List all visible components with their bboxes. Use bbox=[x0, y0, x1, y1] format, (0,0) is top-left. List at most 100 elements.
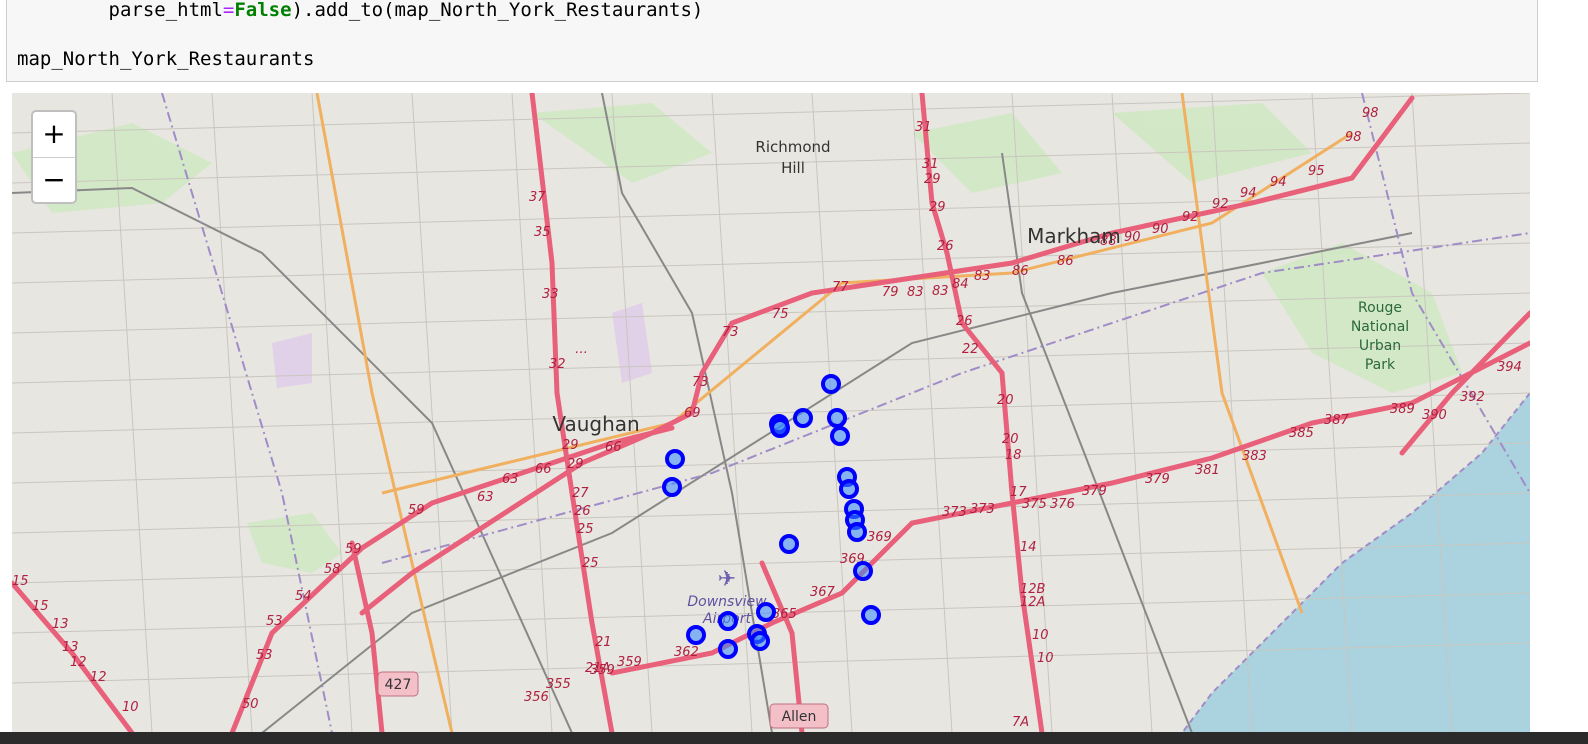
restaurant-marker[interactable] bbox=[718, 611, 738, 631]
zoom-in-button[interactable]: + bbox=[33, 112, 75, 158]
svg-text:359: 359 bbox=[617, 655, 642, 670]
svg-text:79: 79 bbox=[882, 285, 899, 300]
svg-text:33: 33 bbox=[542, 287, 559, 302]
svg-text:58: 58 bbox=[324, 562, 341, 577]
svg-text:29: 29 bbox=[929, 200, 946, 215]
svg-text:427: 427 bbox=[385, 677, 412, 693]
svg-text:83: 83 bbox=[974, 269, 991, 284]
svg-text:365: 365 bbox=[772, 607, 797, 622]
map-tiles[interactable]: 373533 32…69 737375 77 79 83 83 8483 868688… bbox=[12, 93, 1530, 733]
shield-427: 427 bbox=[377, 671, 419, 697]
svg-text:15: 15 bbox=[12, 574, 29, 589]
svg-text:73: 73 bbox=[722, 325, 739, 340]
svg-text:15: 15 bbox=[32, 599, 49, 614]
airport-icon: ✈ bbox=[718, 567, 736, 592]
restaurant-marker[interactable] bbox=[779, 534, 799, 554]
svg-text:53: 53 bbox=[256, 648, 273, 663]
svg-text:367: 367 bbox=[810, 585, 836, 600]
svg-text:373: 373 bbox=[970, 502, 995, 517]
svg-text:10: 10 bbox=[122, 700, 139, 715]
svg-text:98: 98 bbox=[1345, 130, 1362, 145]
shield-allen: Allen bbox=[769, 703, 829, 729]
svg-text:379: 379 bbox=[1082, 484, 1107, 499]
svg-text:92: 92 bbox=[1182, 210, 1199, 225]
restaurant-marker[interactable] bbox=[827, 408, 847, 428]
svg-text:29: 29 bbox=[924, 172, 941, 187]
svg-text:29: 29 bbox=[562, 438, 579, 453]
svg-text:59: 59 bbox=[345, 542, 362, 557]
svg-text:59: 59 bbox=[408, 503, 425, 518]
svg-text:…: … bbox=[575, 342, 588, 357]
svg-text:26: 26 bbox=[574, 504, 591, 519]
svg-text:387: 387 bbox=[1324, 413, 1350, 428]
svg-text:69: 69 bbox=[684, 406, 701, 421]
svg-text:375: 375 bbox=[1022, 497, 1047, 512]
svg-text:373: 373 bbox=[942, 505, 967, 520]
code-line-2: map_North_York_Restaurants bbox=[17, 48, 315, 70]
svg-text:73: 73 bbox=[692, 375, 709, 390]
zoom-control: + − bbox=[31, 110, 77, 204]
restaurant-marker[interactable] bbox=[853, 561, 873, 581]
restaurant-marker[interactable] bbox=[861, 605, 881, 625]
svg-text:12: 12 bbox=[90, 670, 107, 685]
svg-text:14: 14 bbox=[1020, 540, 1037, 555]
code-operator: = bbox=[222, 0, 235, 21]
svg-text:389: 389 bbox=[1390, 402, 1415, 417]
svg-text:356: 356 bbox=[524, 690, 549, 705]
svg-text:13: 13 bbox=[52, 617, 69, 632]
svg-text:94: 94 bbox=[1240, 186, 1257, 201]
svg-text:Allen: Allen bbox=[782, 709, 817, 725]
restaurant-marker[interactable] bbox=[821, 374, 841, 394]
label-markham: Markham bbox=[1027, 224, 1121, 248]
svg-text:362: 362 bbox=[674, 645, 699, 660]
svg-text:66: 66 bbox=[605, 440, 622, 455]
svg-text:355: 355 bbox=[546, 677, 571, 692]
svg-text:35: 35 bbox=[534, 225, 551, 240]
restaurant-marker[interactable] bbox=[686, 625, 706, 645]
svg-text:13: 13 bbox=[62, 640, 79, 655]
svg-text:18: 18 bbox=[1005, 448, 1022, 463]
code-keyword: False bbox=[234, 0, 292, 21]
svg-text:379: 379 bbox=[1145, 472, 1170, 487]
svg-text:383: 383 bbox=[1242, 449, 1267, 464]
svg-text:37: 37 bbox=[529, 190, 546, 205]
svg-text:75: 75 bbox=[772, 307, 789, 322]
restaurant-marker[interactable] bbox=[756, 602, 776, 622]
restaurant-marker[interactable] bbox=[839, 479, 859, 499]
restaurant-marker[interactable] bbox=[793, 408, 813, 428]
svg-text:29: 29 bbox=[567, 457, 584, 472]
label-richmond-hill-2: Hill bbox=[781, 159, 805, 177]
zoom-out-button[interactable]: − bbox=[33, 158, 75, 203]
svg-text:385: 385 bbox=[1289, 426, 1314, 441]
svg-text:50: 50 bbox=[242, 697, 259, 712]
label-rouge-2: National bbox=[1351, 319, 1409, 335]
svg-text:10: 10 bbox=[1037, 651, 1054, 666]
svg-text:381: 381 bbox=[1195, 463, 1220, 478]
restaurant-marker[interactable] bbox=[847, 522, 867, 542]
svg-text:31: 31 bbox=[915, 120, 932, 135]
svg-text:32: 32 bbox=[549, 357, 566, 372]
label-vaughan: Vaughan bbox=[552, 412, 639, 436]
restaurant-marker[interactable] bbox=[662, 477, 682, 497]
svg-text:26: 26 bbox=[937, 239, 954, 254]
restaurant-marker[interactable] bbox=[750, 631, 770, 651]
svg-text:25: 25 bbox=[582, 556, 599, 571]
code-cell[interactable]: parse_html=False).add_to(map_North_York_… bbox=[6, 0, 1538, 82]
restaurant-marker[interactable] bbox=[665, 449, 685, 469]
svg-text:31: 31 bbox=[922, 157, 939, 172]
svg-text:77: 77 bbox=[832, 280, 849, 295]
code-text: parse_html bbox=[17, 0, 223, 21]
svg-text:22: 22 bbox=[962, 342, 979, 357]
svg-text:83: 83 bbox=[932, 284, 949, 299]
restaurant-marker[interactable] bbox=[718, 639, 738, 659]
svg-text:98: 98 bbox=[1362, 106, 1379, 121]
map-view[interactable]: 37 35 33 32… 69 73 73 75 77 79 83 83 84 83 86 86 88… bbox=[12, 93, 1530, 733]
svg-text:54: 54 bbox=[295, 589, 312, 604]
label-richmond-hill-1: Richmond bbox=[755, 138, 830, 156]
svg-text:66: 66 bbox=[535, 462, 552, 477]
svg-text:53: 53 bbox=[266, 614, 283, 629]
restaurant-marker[interactable] bbox=[770, 418, 790, 438]
restaurant-marker[interactable] bbox=[830, 426, 850, 446]
svg-text:94: 94 bbox=[1270, 175, 1287, 190]
svg-text:21: 21 bbox=[595, 635, 612, 650]
